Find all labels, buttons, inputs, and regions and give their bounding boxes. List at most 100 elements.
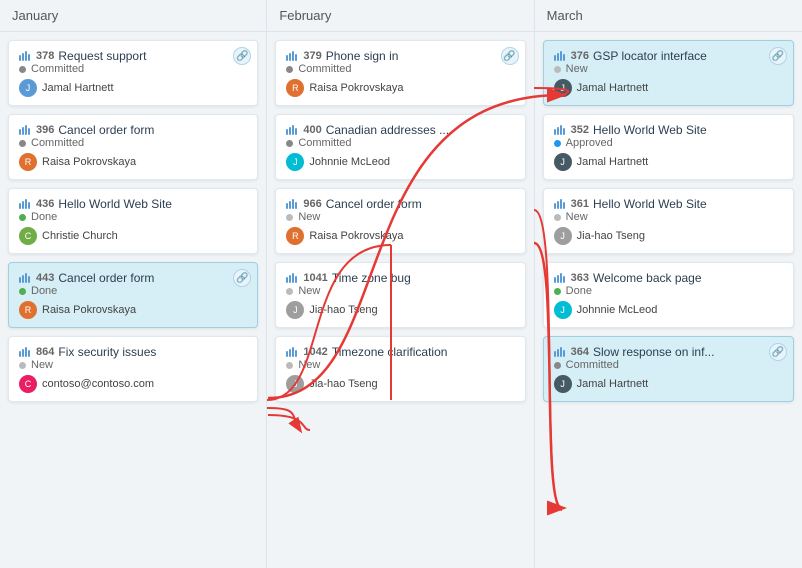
bars-icon — [554, 273, 565, 283]
card-name: Hello World Web Site — [593, 197, 707, 211]
card-user: C contoso@contoso.com — [19, 375, 247, 393]
column-header-february: February — [267, 0, 533, 32]
card-name: Phone sign in — [326, 49, 399, 63]
bars-icon — [286, 347, 297, 357]
status-label: Done — [31, 211, 57, 223]
card-status: New — [554, 211, 783, 223]
column-header-march: March — [535, 0, 802, 32]
status-label: Committed — [31, 137, 84, 149]
card-1041[interactable]: 1041 Time zone bug New J Jia-hao Tseng — [275, 262, 525, 328]
card-status: Committed — [554, 359, 783, 371]
card-title-row: 436 Hello World Web Site — [19, 197, 247, 211]
card-name: Hello World Web Site — [58, 197, 172, 211]
card-352[interactable]: 352 Hello World Web Site Approved J Jama… — [543, 114, 794, 180]
avatar: J — [286, 375, 304, 393]
card-user: C Christie Church — [19, 227, 247, 245]
card-user: J Jamal Hartnett — [19, 79, 247, 97]
status-label: New — [298, 211, 320, 223]
user-name: Jia-hao Tseng — [577, 230, 645, 242]
card-title-row: 352 Hello World Web Site — [554, 123, 783, 137]
card-user: J Jia-hao Tseng — [286, 301, 514, 319]
avatar: J — [554, 153, 572, 171]
card-id: 361 — [571, 198, 589, 210]
status-dot — [554, 66, 561, 73]
card-name: Timezone clarification — [332, 345, 448, 359]
card-id: 378 — [36, 50, 54, 62]
card-id: 864 — [36, 346, 54, 358]
card-id: 364 — [571, 346, 589, 358]
card-title-row: 1042 Timezone clarification — [286, 345, 514, 359]
card-title-row: 361 Hello World Web Site — [554, 197, 783, 211]
user-name: Jia-hao Tseng — [309, 304, 377, 316]
card-user: J Jamal Hartnett — [554, 79, 783, 97]
card-id: 436 — [36, 198, 54, 210]
card-966[interactable]: 966 Cancel order form New R Raisa Pokrov… — [275, 188, 525, 254]
status-label: Committed — [566, 359, 619, 371]
card-436[interactable]: 436 Hello World Web Site Done C Christie… — [8, 188, 258, 254]
card-id: 376 — [571, 50, 589, 62]
card-379[interactable]: 🔗 379 Phone sign in Committed R Raisa Po… — [275, 40, 525, 106]
status-dot — [19, 140, 26, 147]
link-icon[interactable]: 🔗 — [769, 343, 787, 361]
card-user: J Jia-hao Tseng — [554, 227, 783, 245]
card-name: Cancel order form — [58, 271, 154, 285]
card-status: Committed — [286, 137, 514, 149]
card-376[interactable]: 🔗 376 GSP locator interface New J Jamal … — [543, 40, 794, 106]
column-header-january: January — [0, 0, 266, 32]
status-label: New — [566, 63, 588, 75]
status-dot — [19, 362, 26, 369]
card-864[interactable]: 864 Fix security issues New C contoso@co… — [8, 336, 258, 402]
card-1042[interactable]: 1042 Timezone clarification New J Jia-ha… — [275, 336, 525, 402]
card-id: 363 — [571, 272, 589, 284]
avatar: J — [554, 227, 572, 245]
card-name: Slow response on inf... — [593, 345, 714, 359]
bars-icon — [286, 273, 297, 283]
card-id: 1042 — [303, 346, 327, 358]
card-title-row: 864 Fix security issues — [19, 345, 247, 359]
bars-icon — [286, 125, 297, 135]
avatar: R — [19, 301, 37, 319]
card-400[interactable]: 400 Canadian addresses ... Committed J J… — [275, 114, 525, 180]
status-label: New — [298, 359, 320, 371]
status-dot — [554, 288, 561, 295]
column-february: February 🔗 379 Phone sign in Committed R — [267, 0, 534, 568]
card-id: 396 — [36, 124, 54, 136]
card-name: Time zone bug — [332, 271, 411, 285]
card-name: Welcome back page — [593, 271, 702, 285]
card-443[interactable]: 🔗 443 Cancel order form Done R Raisa Pok… — [8, 262, 258, 328]
link-icon[interactable]: 🔗 — [233, 47, 251, 65]
card-378[interactable]: 🔗 378 Request support Committed J Jamal … — [8, 40, 258, 106]
card-status: Approved — [554, 137, 783, 149]
avatar: J — [554, 79, 572, 97]
card-name: Cancel order form — [58, 123, 154, 137]
avatar: J — [554, 375, 572, 393]
avatar: R — [19, 153, 37, 171]
card-396[interactable]: 396 Cancel order form Committed R Raisa … — [8, 114, 258, 180]
card-status: New — [286, 211, 514, 223]
user-name: Raisa Pokrovskaya — [309, 230, 403, 242]
user-name: Jamal Hartnett — [577, 378, 649, 390]
card-name: Request support — [58, 49, 146, 63]
status-label: New — [298, 285, 320, 297]
column-label-march: March — [547, 8, 583, 23]
card-364[interactable]: 🔗 364 Slow response on inf... Committed … — [543, 336, 794, 402]
status-label: Done — [31, 285, 57, 297]
card-363[interactable]: 363 Welcome back page Done J Johnnie McL… — [543, 262, 794, 328]
link-icon[interactable]: 🔗 — [501, 47, 519, 65]
card-361[interactable]: 361 Hello World Web Site New J Jia-hao T… — [543, 188, 794, 254]
card-status: Committed — [286, 63, 514, 75]
card-id: 379 — [303, 50, 321, 62]
card-status: Done — [554, 285, 783, 297]
card-title-row: 966 Cancel order form — [286, 197, 514, 211]
avatar: R — [286, 227, 304, 245]
link-icon[interactable]: 🔗 — [769, 47, 787, 65]
bars-icon — [19, 273, 30, 283]
status-label: New — [566, 211, 588, 223]
column-label-february: February — [279, 8, 331, 23]
link-icon[interactable]: 🔗 — [233, 269, 251, 287]
card-title-row: 443 Cancel order form — [19, 271, 247, 285]
avatar: J — [286, 301, 304, 319]
bars-icon — [286, 51, 297, 61]
bars-icon — [286, 199, 297, 209]
card-name: Hello World Web Site — [593, 123, 707, 137]
